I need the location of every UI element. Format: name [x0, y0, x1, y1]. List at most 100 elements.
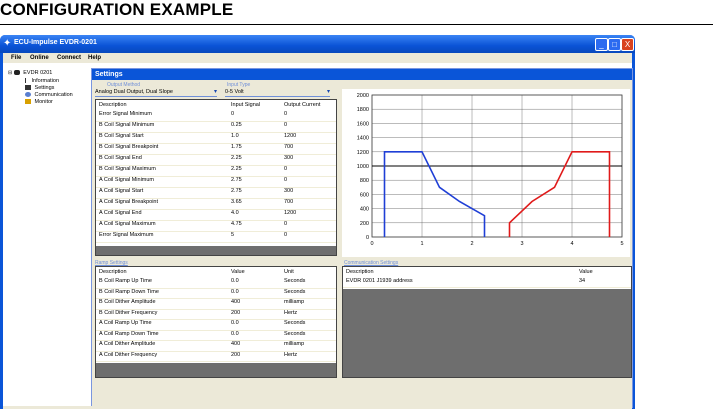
table-empty-area: [96, 246, 336, 255]
menu-file[interactable]: File: [11, 55, 21, 61]
table-cell: 700: [284, 144, 294, 150]
table-row[interactable]: A Coil Dither Frequency 200 Hertz: [96, 351, 336, 362]
table-cell: A Coil Dither Amplitude: [99, 341, 156, 347]
table-cell: 34: [579, 278, 586, 284]
communication-icon: [25, 92, 31, 98]
communication-table-header: Description Value: [343, 267, 631, 276]
expand-icon[interactable]: ⊟: [8, 70, 12, 76]
table-cell: B Coil Dither Frequency: [99, 309, 158, 316]
y-tick-label: 1200: [357, 150, 369, 156]
menu-help[interactable]: Help: [88, 55, 101, 61]
table-cell: Error Signal Minimum: [99, 111, 152, 117]
chevron-down-icon: ▾: [213, 89, 217, 95]
y-tick-label: 1400: [357, 136, 369, 142]
table-cell: milliamp: [284, 299, 305, 305]
col-value: Value: [579, 269, 593, 275]
table-cell: 0.0: [231, 288, 239, 295]
table-cell: A Coil Signal Breakpoint: [99, 199, 159, 205]
table-cell: B Coil Dither Amplitude: [99, 299, 156, 305]
tree-item-communication[interactable]: Communication: [25, 92, 73, 98]
output-chart-svg: 0 200 400 600 800 1000 1200 1400 1600 1800 2000 0 1 2…: [357, 93, 624, 247]
table-cell: 0: [284, 221, 288, 227]
table-cell: 0.0: [231, 330, 239, 337]
table-cell: Hertz: [284, 309, 298, 316]
minimize-button[interactable]: _: [595, 38, 608, 51]
table-cell: 3.65: [231, 199, 242, 205]
tree-item-monitor[interactable]: Monitor: [25, 99, 53, 105]
menu-connect[interactable]: Connect: [57, 55, 81, 61]
monitor-icon: [25, 99, 31, 105]
page-heading: CONFIGURATION EXAMPLE: [0, 0, 234, 19]
output-method-select[interactable]: Analog Dual Output, Dual Slope ▾: [95, 88, 217, 97]
device-icon: [13, 70, 20, 76]
signal-table-header: Description Input Signal Output Current: [96, 100, 336, 109]
table-cell: B Coil Signal Maximum: [99, 166, 156, 172]
table-cell: 2.25: [231, 155, 242, 161]
input-type-select[interactable]: 0-5 Volt ▾: [225, 88, 330, 97]
table-cell: Seconds: [284, 278, 306, 284]
settings-title: Settings: [92, 69, 632, 80]
col-description: Description: [99, 102, 127, 108]
table-cell: Seconds: [284, 330, 306, 337]
table-row[interactable]: EVDR 0201 J1939 address 34: [343, 277, 631, 288]
table-cell: EVDR 0201 J1939 address: [346, 278, 413, 284]
table-cell: 200: [231, 351, 241, 358]
table-cell: 300: [284, 155, 294, 161]
table-cell: A Coil Signal Maximum: [99, 221, 156, 227]
table-cell: 0: [284, 177, 288, 183]
table-cell: 0.0: [231, 320, 239, 326]
tree-item-label: Information: [31, 78, 60, 84]
tree-item-label: Settings: [34, 85, 55, 91]
table-cell: 0: [284, 122, 288, 128]
table-cell: B Coil Ramp Up Time: [99, 278, 152, 284]
y-tick-label: 2000: [357, 93, 369, 99]
tree-item-settings[interactable]: Settings: [25, 85, 54, 91]
table-cell: 2.75: [231, 177, 242, 183]
col-value: Value: [231, 269, 245, 275]
table-cell: A Coil Signal Start: [99, 188, 144, 194]
chevron-down-icon: ▾: [326, 89, 330, 95]
table-cell: Seconds: [284, 288, 306, 295]
y-tick-label: 200: [360, 221, 369, 227]
window-title: ECU-Impulse EVDR-0201: [14, 39, 97, 46]
maximize-button[interactable]: □: [608, 38, 621, 51]
table-cell: B Coil Signal Minimum: [99, 122, 155, 128]
y-tick-label: 1800: [357, 107, 369, 113]
tree-item-information[interactable]: Information: [25, 78, 59, 84]
table-cell: 1200: [284, 210, 297, 216]
table-cell: B Coil Signal Start: [99, 133, 144, 139]
x-tick-label: 2: [470, 241, 473, 247]
close-button[interactable]: X: [621, 38, 634, 51]
title-bar[interactable]: ✦ ECU-Impulse EVDR-0201 _ □ X: [0, 35, 635, 53]
table-row[interactable]: Error Signal Maximum 5 0: [96, 231, 336, 243]
table-cell: Hertz: [284, 351, 298, 358]
status-bar: [3, 406, 632, 409]
tree-root-label: EVDR 0201: [23, 70, 53, 76]
tree-root[interactable]: ⊟ EVDR 0201: [8, 70, 52, 76]
table-cell: 200: [231, 309, 241, 316]
app-icon: ✦: [3, 38, 12, 49]
col-description: Description: [346, 269, 374, 275]
menu-bar: File Online Connect Help: [3, 53, 632, 63]
table-cell: A Coil Ramp Down Time: [99, 330, 159, 337]
x-tick-label: 4: [570, 241, 573, 247]
col-unit: Unit: [284, 269, 294, 275]
table-cell: 300: [284, 188, 294, 194]
table-cell: 5: [231, 232, 235, 238]
table-cell: B Coil Signal End: [99, 155, 142, 161]
y-tick-label: 400: [360, 207, 369, 213]
x-tick-label: 3: [520, 241, 523, 247]
table-empty-area: [343, 289, 631, 377]
table-cell: 0: [284, 111, 288, 117]
table-cell: 1.75: [231, 144, 242, 150]
x-tick-label: 0: [370, 241, 373, 247]
heading-rule: [0, 24, 713, 25]
client-area: ⊟ EVDR 0201 Information Settings Communi…: [3, 63, 633, 408]
col-description: Description: [99, 269, 127, 275]
table-cell: A Coil Ramp Up Time: [99, 320, 152, 326]
y-tick-label: 800: [360, 178, 369, 184]
menu-online[interactable]: Online: [30, 55, 49, 61]
table-cell: 2.25: [231, 166, 242, 172]
table-cell: A Coil Dither Frequency: [99, 351, 158, 358]
input-type-value: 0-5 Volt: [225, 89, 244, 95]
